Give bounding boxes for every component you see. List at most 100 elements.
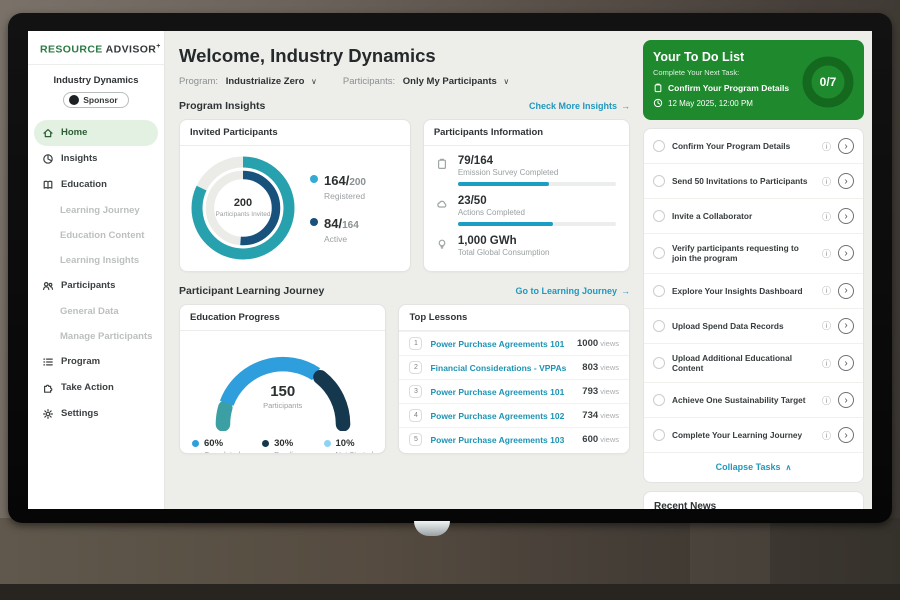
- sidebar-item-general-data[interactable]: General Data: [28, 299, 164, 324]
- gear-icon: [42, 408, 54, 420]
- not-started-label: Not Started: [336, 450, 374, 454]
- sidebar-item-manage-participants[interactable]: Manage Participants: [28, 324, 164, 349]
- stat-value: 23/50: [458, 195, 616, 207]
- completed-label: Completed: [204, 450, 240, 454]
- recent-news-card: Recent News: [643, 491, 864, 509]
- task-label: Complete Your Learning Journey: [672, 430, 815, 440]
- sidebar-item-label: Learning Journey: [60, 205, 140, 216]
- todo-task-list: Confirm Your Program Details ⓘ › Send 50…: [643, 128, 864, 483]
- program-select[interactable]: Program: Industrialize Zero ∨: [179, 76, 317, 87]
- task-checkbox[interactable]: [653, 394, 665, 406]
- section-title-learning-journey: Participant Learning Journey: [179, 285, 324, 297]
- task-checkbox[interactable]: [653, 140, 665, 152]
- lightbulb-icon: [436, 235, 450, 257]
- sidebar-item-label: Program: [61, 356, 100, 367]
- collapse-tasks-link[interactable]: Collapse Tasks∧: [644, 453, 863, 482]
- chevron-down-icon: ∨: [503, 77, 509, 86]
- task-label: Invite a Collaborator: [672, 211, 815, 221]
- info-icon[interactable]: ⓘ: [822, 394, 831, 407]
- sidebar-item-take-action[interactable]: Take Action: [28, 375, 164, 401]
- list-icon: [42, 356, 54, 368]
- task-checkbox[interactable]: [653, 175, 665, 187]
- task-row: Achieve One Sustainability Target ⓘ ›: [644, 383, 863, 418]
- organization-name: Industry Dynamics: [32, 75, 160, 86]
- registered-value: 164/: [324, 173, 349, 188]
- task-open-button[interactable]: ›: [838, 173, 854, 189]
- sidebar-item-participants[interactable]: Participants: [28, 273, 164, 299]
- logo-advisor: ADVISOR: [106, 44, 157, 56]
- task-checkbox[interactable]: [653, 210, 665, 222]
- lesson-link[interactable]: Power Purchase Agreements 101: [430, 339, 569, 349]
- task-open-button[interactable]: ›: [838, 245, 854, 261]
- invited-donut-chart: 200 Participants Invited: [186, 151, 300, 265]
- education-gauge-chart: 150 Participants: [180, 331, 385, 431]
- go-to-learning-journey-link[interactable]: Go to Learning Journey→: [515, 286, 630, 296]
- dashboard-screen: RESOURCE ADVISOR+ Industry Dynamics Spon…: [28, 31, 872, 509]
- info-icon[interactable]: ⓘ: [822, 319, 831, 332]
- views-count: 600: [582, 434, 598, 445]
- sponsor-badge-icon: [69, 95, 79, 105]
- check-more-insights-link[interactable]: Check More Insights→: [529, 101, 630, 111]
- sidebar-item-insights[interactable]: Insights: [28, 146, 164, 172]
- page-title: Welcome, Industry Dynamics: [179, 45, 630, 67]
- sidebar-item-label: Settings: [61, 408, 98, 419]
- task-row: Verify participants requesting to join t…: [644, 234, 863, 274]
- task-open-button[interactable]: ›: [838, 355, 854, 371]
- chevron-down-icon: ∨: [311, 77, 317, 86]
- task-open-button[interactable]: ›: [838, 208, 854, 224]
- pending-dot: [262, 440, 269, 447]
- lesson-link[interactable]: Financial Considerations - VPPAs: [430, 363, 574, 373]
- sidebar-item-learning-insights[interactable]: Learning Insights: [28, 248, 164, 273]
- card-title: Participants Information: [424, 120, 629, 146]
- not-started-pct: 10%: [336, 438, 374, 449]
- sidebar-item-home[interactable]: Home: [34, 120, 158, 146]
- lesson-row: 4 Power Purchase Agreements 102 734 view…: [399, 403, 629, 427]
- task-open-button[interactable]: ›: [838, 283, 854, 299]
- task-label: Explore Your Insights Dashboard: [672, 286, 815, 296]
- lesson-link[interactable]: Power Purchase Agreements 103: [430, 435, 574, 445]
- task-label: Verify participants requesting to join t…: [672, 243, 815, 264]
- task-checkbox[interactable]: [653, 429, 665, 441]
- recent-news-title: Recent News: [654, 501, 853, 509]
- legend-not-started: 10% Not Started: [324, 438, 374, 454]
- info-icon[interactable]: ⓘ: [822, 429, 831, 442]
- participants-value: Only My Participants: [403, 76, 497, 87]
- task-row: Invite a Collaborator ⓘ ›: [644, 199, 863, 234]
- info-icon[interactable]: ⓘ: [822, 210, 831, 223]
- task-checkbox[interactable]: [653, 285, 665, 297]
- lesson-link[interactable]: Power Purchase Agreements 101: [430, 387, 574, 397]
- info-icon[interactable]: ⓘ: [822, 357, 831, 370]
- todo-due-label: 12 May 2025, 12:00 PM: [668, 99, 753, 108]
- views-suffix: views: [598, 411, 619, 420]
- task-open-button[interactable]: ›: [838, 138, 854, 154]
- task-open-button[interactable]: ›: [838, 427, 854, 443]
- right-column: Your To Do List Complete Your Next Task:…: [642, 31, 872, 509]
- sidebar-item-education[interactable]: Education: [28, 172, 164, 198]
- sidebar-item-program[interactable]: Program: [28, 349, 164, 375]
- lesson-link[interactable]: Power Purchase Agreements 102: [430, 411, 574, 421]
- sidebar-item-education-content[interactable]: Education Content: [28, 223, 164, 248]
- home-icon: [42, 127, 54, 139]
- task-checkbox[interactable]: [653, 320, 665, 332]
- task-checkbox[interactable]: [653, 247, 665, 259]
- sidebar-item-label: Education Content: [60, 230, 144, 241]
- views-suffix: views: [598, 339, 619, 348]
- views-suffix: views: [598, 387, 619, 396]
- info-icon[interactable]: ⓘ: [822, 140, 831, 153]
- info-icon[interactable]: ⓘ: [822, 175, 831, 188]
- participants-select[interactable]: Participants: Only My Participants ∨: [343, 76, 509, 87]
- stat-value: 1,000 GWh: [458, 235, 550, 247]
- sidebar-item-settings[interactable]: Settings: [28, 401, 164, 427]
- task-open-button[interactable]: ›: [838, 318, 854, 334]
- rank-badge: 1: [409, 337, 422, 350]
- participants-label: Participants:: [343, 76, 395, 87]
- sidebar-item-learning-journey[interactable]: Learning Journey: [28, 198, 164, 223]
- info-icon[interactable]: ⓘ: [822, 247, 831, 260]
- card-title: Top Lessons: [399, 305, 629, 331]
- task-checkbox[interactable]: [653, 357, 665, 369]
- collapse-label: Collapse Tasks: [716, 462, 781, 472]
- info-icon[interactable]: ⓘ: [822, 284, 831, 297]
- task-open-button[interactable]: ›: [838, 392, 854, 408]
- lesson-row: 1 Power Purchase Agreements 101 1000 vie…: [399, 331, 629, 355]
- rank-badge: 5: [409, 433, 422, 446]
